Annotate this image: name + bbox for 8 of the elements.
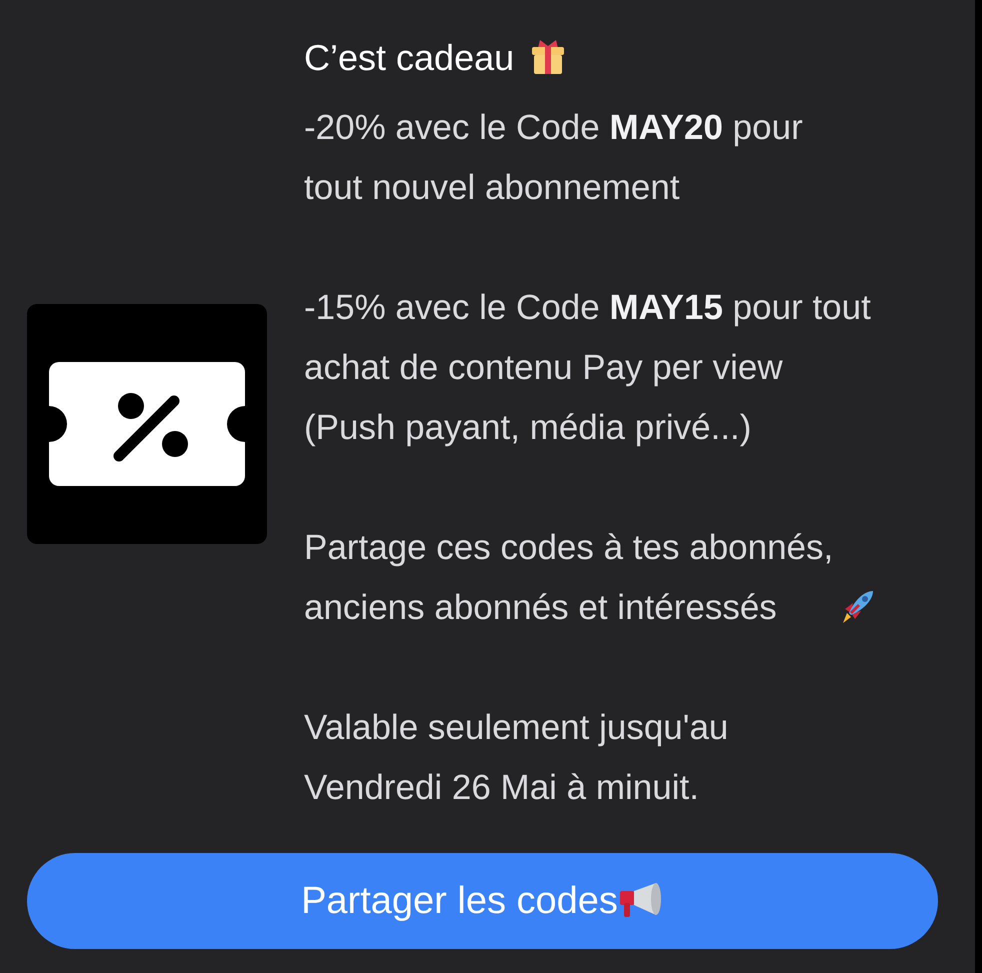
megaphone-icon — [618, 883, 664, 919]
share-codes-button[interactable]: Partager les codes — [27, 853, 938, 949]
paragraph: -20% avec le Code MAY20 pour tout nouvel abonnement — [304, 108, 803, 207]
card-title: C’est cadeau — [304, 37, 514, 78]
paragraph: -15% avec le Code MAY15 pour tout achat de contenu Pay per view (Push payant, média privé...) — [304, 288, 871, 447]
discount-ticket-icon — [49, 362, 245, 486]
paragraph: Valable seulement jusqu'au Vendredi 26 Mai à minuit. — [304, 708, 728, 807]
paragraph: Partage ces codes à tes abonnés, anciens abonnés et intéressés — [304, 528, 834, 627]
